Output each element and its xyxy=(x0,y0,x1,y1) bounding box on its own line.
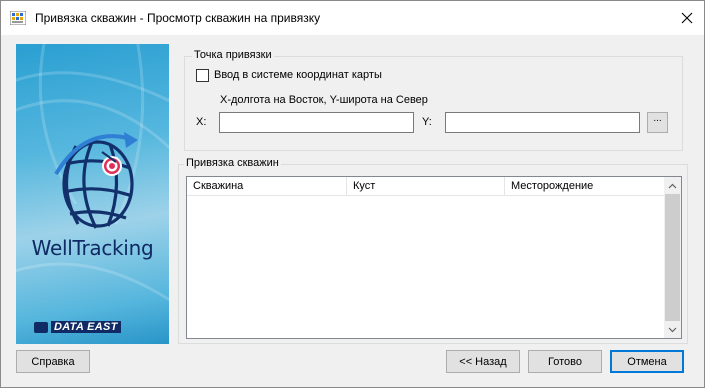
vendor-mark-icon xyxy=(34,321,48,333)
scroll-thumb[interactable] xyxy=(665,194,680,321)
column-header-field[interactable]: Месторождение xyxy=(505,177,664,196)
vendor-logo: DATA EAST xyxy=(34,321,121,333)
window-title: Привязка скважин - Просмотр скважин на п… xyxy=(35,11,321,25)
browse-button[interactable]: ... xyxy=(647,112,668,133)
close-icon xyxy=(681,12,693,24)
product-banner: WellTracking DATA EAST xyxy=(16,44,169,344)
dialog-window: Привязка скважин - Просмотр скважин на п… xyxy=(0,0,705,388)
scroll-up-button[interactable] xyxy=(664,177,681,194)
map-coordinates-checkbox[interactable] xyxy=(196,69,209,82)
done-button[interactable]: Готово xyxy=(528,350,602,373)
title-bar: Привязка скважин - Просмотр скважин на п… xyxy=(1,1,704,35)
y-label: Y: xyxy=(422,116,432,128)
map-coordinates-checkbox-label[interactable]: Ввод в системе координат карты xyxy=(214,69,382,81)
column-header-pad[interactable]: Куст xyxy=(347,177,505,196)
scroll-down-button[interactable] xyxy=(664,321,681,338)
vendor-name: DATA EAST xyxy=(51,321,121,333)
close-button[interactable] xyxy=(671,3,703,33)
brand-name: WellTracking xyxy=(31,236,154,260)
wells-list[interactable]: Скважина Куст Месторождение xyxy=(186,176,682,339)
anchor-point-group-label: Точка привязки xyxy=(192,49,274,61)
x-label: X: xyxy=(196,116,207,128)
chevron-up-icon xyxy=(668,183,677,188)
app-icon xyxy=(9,10,27,26)
x-coordinate-input[interactable] xyxy=(219,112,414,133)
wells-list-header: Скважина Куст Месторождение xyxy=(187,177,664,196)
globe-logo-icon xyxy=(16,44,169,302)
cancel-button[interactable]: Отмена xyxy=(610,350,684,373)
help-button[interactable]: Справка xyxy=(16,350,90,373)
chevron-down-icon xyxy=(668,327,677,332)
vertical-scrollbar[interactable] xyxy=(664,177,681,338)
back-button[interactable]: << Назад xyxy=(446,350,520,373)
coordinate-hint: X-долгота на Восток, Y-широта на Север xyxy=(220,94,428,106)
y-coordinate-input[interactable] xyxy=(445,112,640,133)
wells-group-label: Привязка скважин xyxy=(184,157,281,169)
column-header-well[interactable]: Скважина xyxy=(187,177,347,196)
